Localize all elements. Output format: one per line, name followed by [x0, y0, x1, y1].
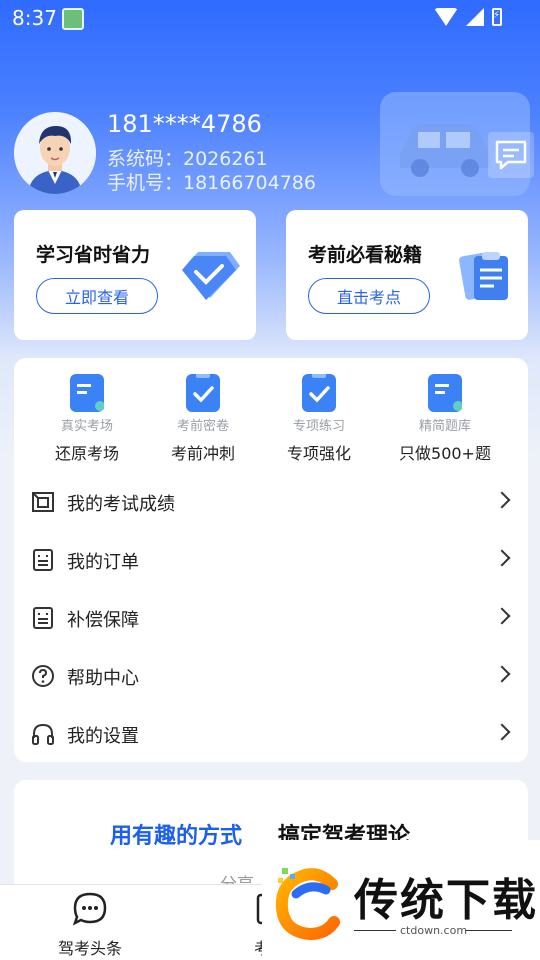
status-indicators [434, 8, 502, 26]
menu-card: 真实考场 还原考场 考前密卷 考前冲刺 专项练习 专项强化 精简题库 只做500… [14, 358, 528, 762]
feature-question-bank[interactable]: 精简题库 只做500+题 [390, 374, 500, 464]
diamond-badge-icon [180, 248, 242, 306]
promo-card-secrets[interactable]: 考前必看秘籍 直击考点 [286, 210, 528, 340]
feature-label: 只做500+题 [399, 444, 491, 463]
app-notification-icon [62, 8, 84, 30]
feature-subtitle: 真实考场 [60, 419, 113, 434]
feature-special-practice[interactable]: 专项练习 专项强化 [264, 372, 374, 464]
status-time: 8:37 [12, 6, 57, 30]
list-item-label: 我的订单 [67, 552, 139, 573]
promo-title: 考前必看秘籍 [308, 244, 423, 266]
tab-driving-news[interactable]: 驾考头条 [20, 891, 160, 959]
list-item-label: 我的考试成绩 [67, 494, 175, 515]
list-item-guarantee[interactable]: 补偿保障 [14, 590, 528, 648]
feature-subtitle: 专项练习 [292, 419, 345, 434]
help-icon [32, 665, 54, 687]
list-item-exam-scores[interactable]: 我的考试成绩 [14, 474, 528, 532]
order-icon [33, 549, 53, 571]
feature-label: 还原考场 [54, 444, 119, 463]
watermark-text: 传统下载 [354, 875, 538, 926]
list-item-settings[interactable]: 我的设置 [14, 706, 528, 764]
chevron-right-icon [493, 607, 511, 625]
list-item-label: 我的设置 [67, 726, 139, 747]
feature-real-exam[interactable]: 真实考场 还原考场 [32, 374, 142, 464]
watermark-url: ctdown.com [400, 924, 468, 937]
score-icon [32, 492, 54, 512]
promo-card-study[interactable]: 学习省时省力 立即查看 [14, 210, 256, 340]
wifi-icon [434, 8, 458, 26]
watermark-divider [466, 930, 512, 931]
feature-subtitle: 考前密卷 [176, 419, 229, 434]
list-item-help-center[interactable]: 帮助中心 [14, 648, 528, 706]
view-now-button[interactable]: 立即查看 [36, 278, 158, 314]
clipboard-check-icon [186, 372, 220, 412]
signal-icon [466, 8, 484, 26]
headset-icon [32, 723, 54, 745]
documents-icon [458, 248, 514, 310]
watermark-logo [275, 868, 340, 941]
doc-icon [428, 374, 463, 412]
message-button[interactable] [488, 132, 534, 178]
chevron-right-icon [493, 665, 511, 683]
system-code: 系统码：2026261 [107, 148, 268, 170]
feature-grid: 真实考场 还原考场 考前密卷 考前冲刺 专项练习 专项强化 精简题库 只做500… [14, 372, 528, 474]
status-bar: 8:37 [0, 0, 540, 36]
doc-icon [70, 374, 105, 412]
feature-label: 考前冲刺 [170, 444, 235, 463]
list-item-orders[interactable]: 我的订单 [14, 532, 528, 590]
list-item-label: 补偿保障 [67, 610, 139, 631]
feature-label: 专项强化 [286, 444, 351, 463]
chevron-right-icon [493, 491, 511, 509]
chevron-right-icon [493, 723, 511, 741]
watermark-divider [354, 930, 396, 931]
list-item-label: 帮助中心 [67, 668, 139, 689]
guarantee-icon [33, 607, 53, 629]
chat-bubble-icon [72, 892, 107, 926]
clipboard-check-icon [302, 372, 336, 412]
tab-label: 驾考头条 [57, 939, 122, 958]
chevron-right-icon [493, 549, 511, 567]
watermark-overlay: 传统下载 ctdown.com [262, 840, 540, 960]
slogan-highlight: 用有趣的方式 [110, 824, 243, 849]
key-points-button[interactable]: 直击考点 [308, 278, 430, 314]
promo-title: 学习省时省力 [36, 244, 151, 266]
user-name: 181****4786 [107, 110, 262, 138]
feature-pre-exam[interactable]: 考前密卷 考前冲刺 [148, 372, 258, 464]
phone-number: 手机号：18166704786 [107, 172, 316, 194]
avatar[interactable] [14, 112, 96, 194]
feature-subtitle: 精简题库 [418, 419, 471, 434]
message-icon [495, 140, 527, 170]
battery-icon [492, 8, 502, 26]
